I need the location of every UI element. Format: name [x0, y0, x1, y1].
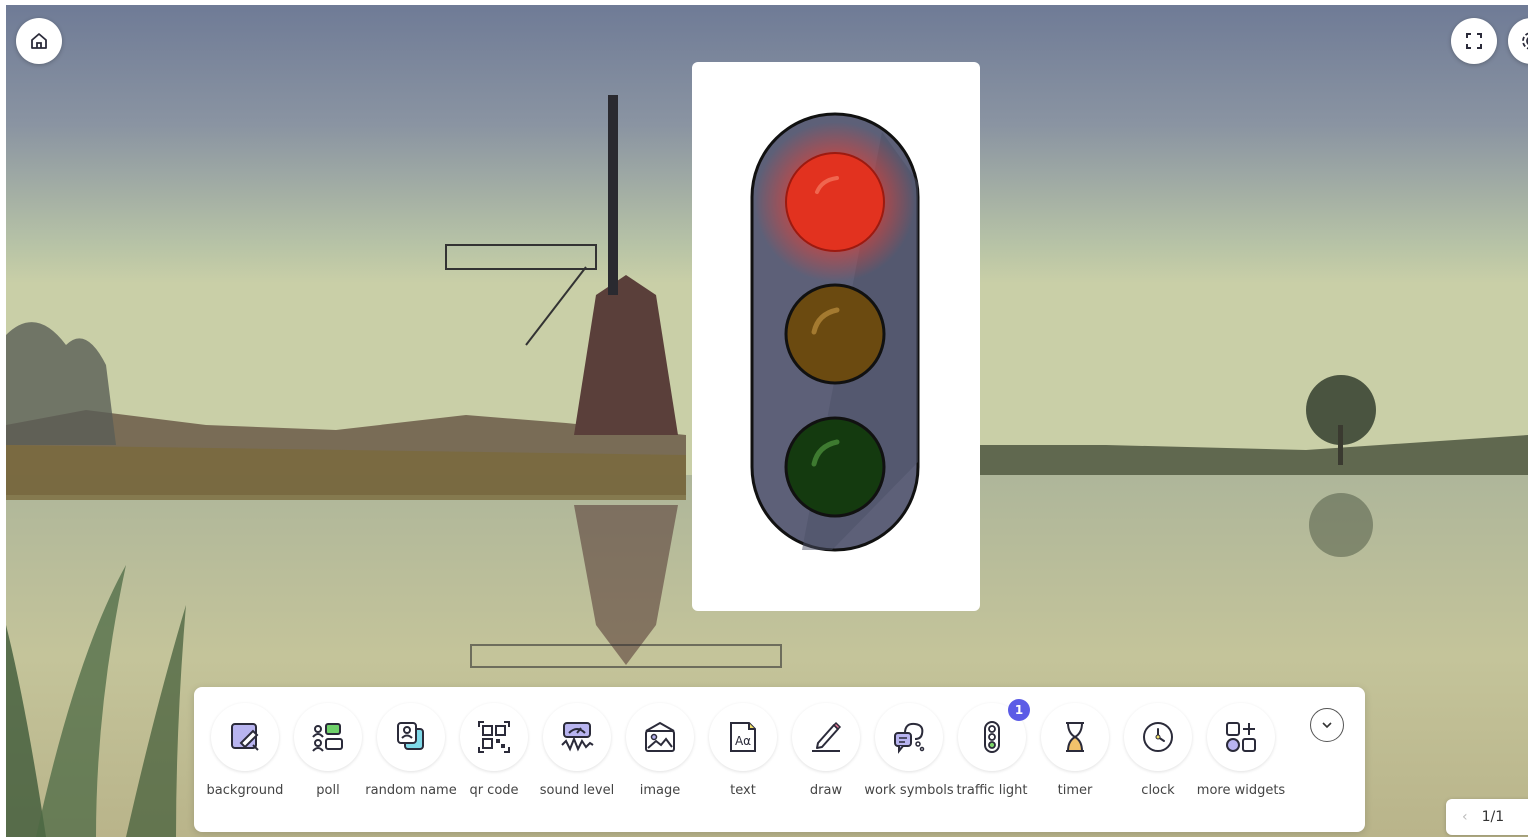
tool-sound-level[interactable]: sound level — [536, 703, 618, 801]
tool-background[interactable]: background — [204, 703, 286, 801]
green-light[interactable] — [784, 416, 886, 518]
gear-icon — [1522, 32, 1528, 50]
previous-page-button[interactable]: ‹ — [1462, 809, 1468, 825]
tool-traffic-light[interactable]: 1 traffic light — [951, 699, 1033, 801]
tool-random-name[interactable]: random name — [365, 703, 457, 801]
tool-clock[interactable]: clock — [1117, 703, 1199, 801]
traffic-light-icon: 1 — [958, 699, 1030, 771]
active-count-badge: 1 — [1008, 699, 1030, 721]
tool-label: random name — [365, 783, 457, 798]
qr-code-icon — [460, 703, 528, 771]
traffic-light-widget[interactable] — [692, 62, 980, 611]
tool-poll[interactable]: poll — [287, 703, 369, 801]
chevron-down-icon — [1322, 722, 1332, 729]
page-count: 1/1 — [1481, 809, 1505, 825]
red-light[interactable] — [785, 152, 885, 252]
poll-icon — [294, 703, 362, 771]
tool-more-widgets[interactable]: more widgets — [1197, 703, 1285, 801]
amber-light[interactable] — [784, 283, 886, 385]
home-button[interactable] — [16, 18, 62, 64]
tool-label: timer — [1057, 783, 1093, 798]
tool-label: sound level — [539, 783, 615, 798]
text-icon: Aα — [709, 703, 777, 771]
fullscreen-button[interactable] — [1451, 18, 1497, 64]
widget-toolbar: background poll random name qr code soun… — [194, 687, 1365, 832]
background-icon — [211, 703, 279, 771]
clock-icon — [1124, 703, 1192, 771]
home-icon — [31, 33, 47, 49]
tool-timer[interactable]: timer — [1034, 703, 1116, 801]
tool-label: poll — [316, 783, 340, 798]
draw-icon — [792, 703, 860, 771]
work-symbols-icon — [875, 703, 943, 771]
hourglass-icon — [1041, 703, 1109, 771]
image-icon — [626, 703, 694, 771]
tool-label: image — [639, 783, 681, 798]
tool-draw[interactable]: draw — [785, 703, 867, 801]
tool-label: more widgets — [1196, 783, 1286, 798]
more-widgets-icon — [1207, 703, 1275, 771]
tool-text[interactable]: Aα text — [702, 703, 784, 801]
tool-image[interactable]: image — [619, 703, 701, 801]
random-name-icon — [377, 703, 445, 771]
page-indicator: ‹ 1/1 — [1446, 799, 1528, 835]
tool-label: draw — [809, 783, 843, 798]
collapse-toolbar-button[interactable] — [1310, 708, 1344, 742]
sound-level-icon — [543, 703, 611, 771]
tool-work-symbols[interactable]: work symbols — [864, 703, 954, 801]
svg-text:Aα: Aα — [735, 734, 751, 748]
tool-label: text — [730, 783, 756, 798]
tool-qr-code[interactable]: qr code — [453, 703, 535, 801]
fullscreen-icon — [1466, 33, 1482, 49]
traffic-light-graphic — [750, 112, 920, 552]
tool-label: qr code — [469, 783, 519, 798]
tool-label: clock — [1141, 783, 1175, 798]
tool-label: background — [206, 783, 284, 798]
tool-label: work symbols — [864, 783, 954, 798]
tool-label: traffic light — [956, 783, 1028, 798]
